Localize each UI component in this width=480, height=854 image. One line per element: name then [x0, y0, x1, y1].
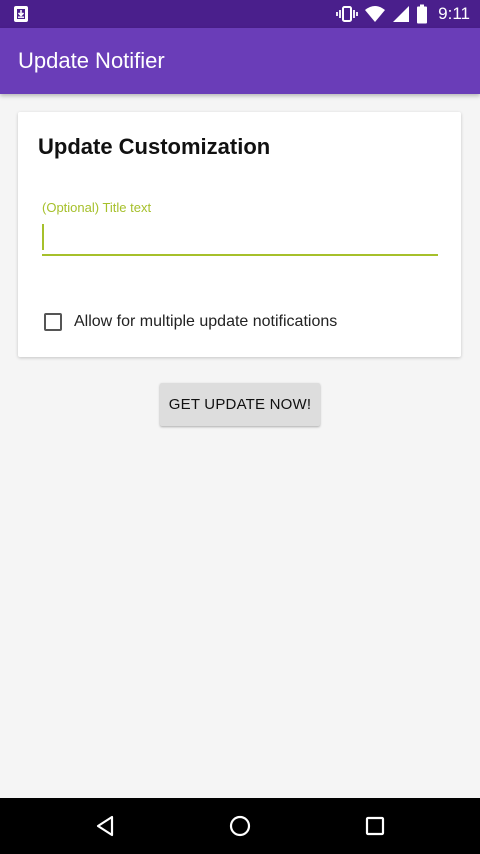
- home-icon[interactable]: [226, 812, 254, 840]
- title-text-input[interactable]: [42, 222, 438, 256]
- multiple-notifications-row[interactable]: Allow for multiple update notifications: [44, 310, 337, 334]
- text-cursor: [42, 224, 44, 250]
- signal-icon: [392, 5, 410, 23]
- title-field-label: (Optional) Title text: [42, 200, 152, 215]
- wifi-icon: [364, 5, 386, 23]
- recents-icon[interactable]: [361, 812, 389, 840]
- app-bar: Update Notifier: [0, 28, 480, 94]
- download-notification-icon: [12, 5, 30, 23]
- vibrate-icon: [336, 5, 359, 23]
- card-title: Update Customization: [38, 134, 271, 159]
- battery-icon: [416, 4, 428, 24]
- status-time: 9:11: [438, 4, 470, 23]
- customization-card: Update Customization (Optional) Title te…: [18, 112, 461, 357]
- status-bar: 9:11: [0, 0, 480, 28]
- multiple-notifications-checkbox[interactable]: [44, 313, 62, 331]
- multiple-notifications-label[interactable]: Allow for multiple update notifications: [74, 313, 337, 331]
- get-update-now-button[interactable]: GET UPDATE NOW!: [160, 383, 320, 426]
- back-icon[interactable]: [91, 812, 119, 840]
- navigation-bar: [0, 798, 480, 854]
- app-title: Update Notifier: [18, 48, 165, 73]
